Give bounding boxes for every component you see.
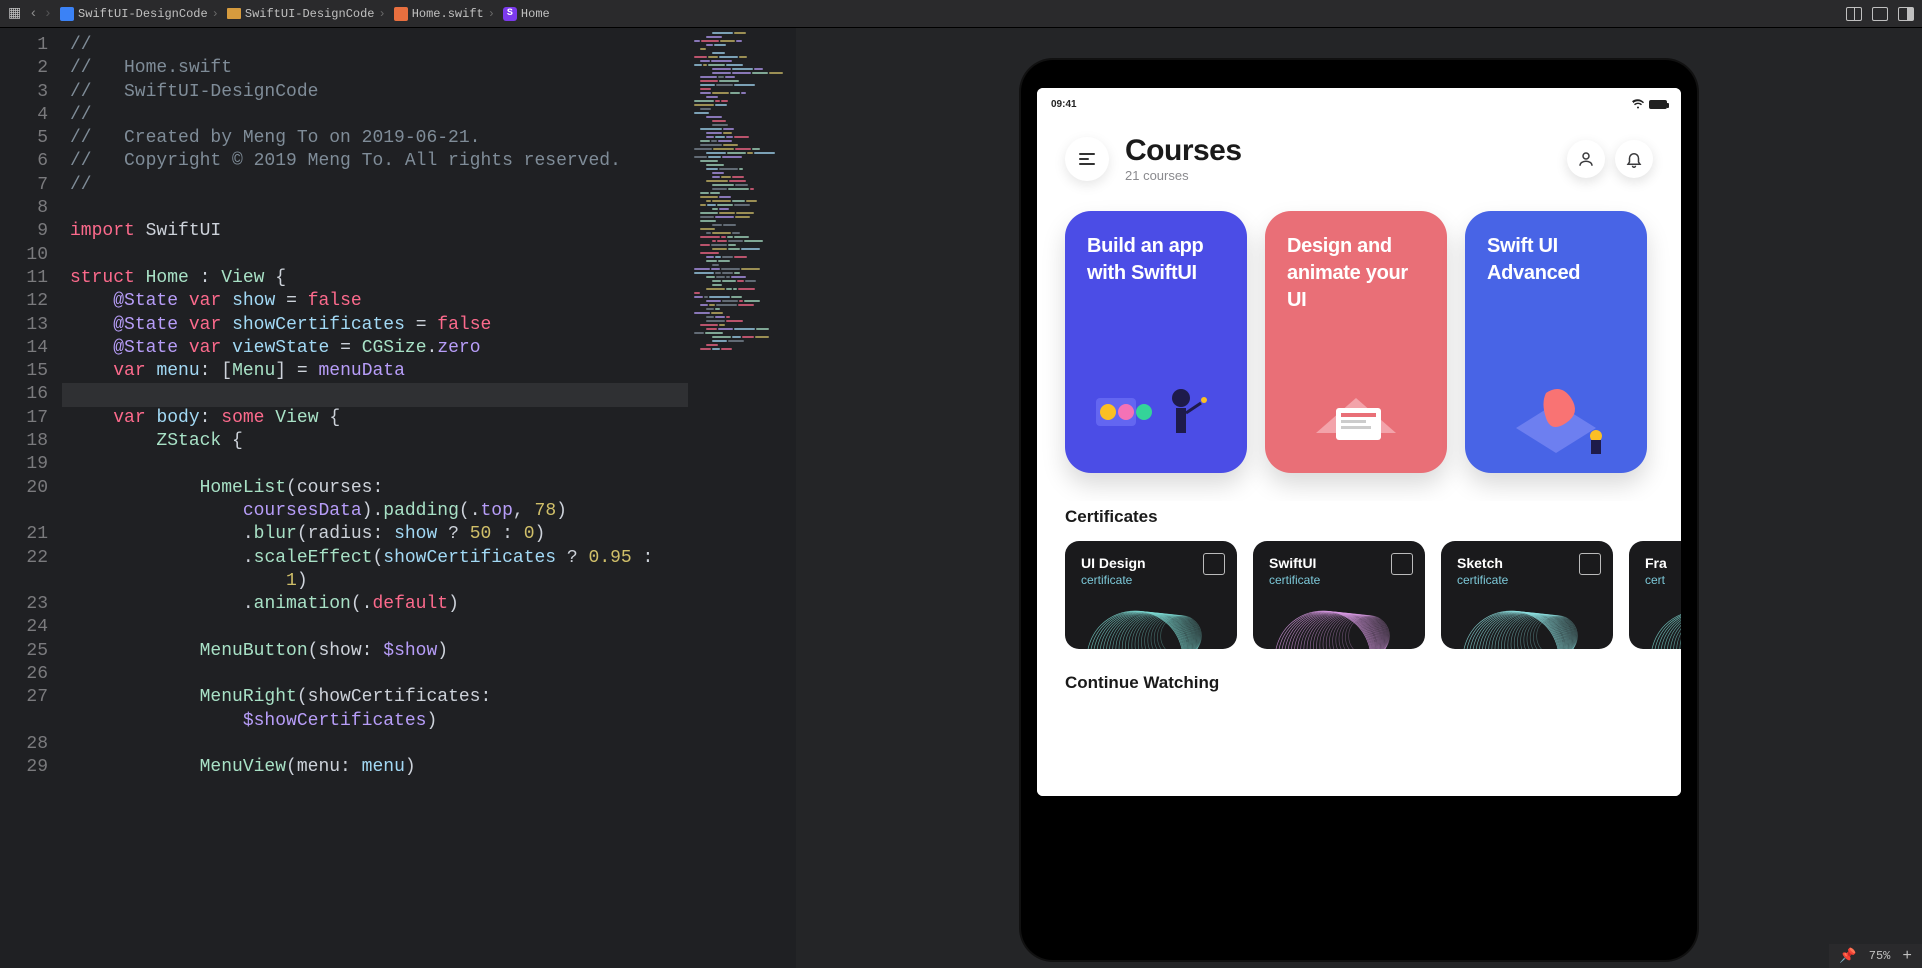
breadcrumb-item[interactable]: S Home	[503, 7, 550, 21]
breadcrumb-label: SwiftUI-DesignCode	[245, 7, 375, 21]
certificate-title: Sketch	[1457, 555, 1597, 571]
profile-button[interactable]	[1567, 140, 1605, 178]
battery-icon	[1649, 100, 1667, 109]
swirl-graphic	[1075, 579, 1237, 649]
code-area[interactable]: //// Home.swift// SwiftUI-DesignCode////…	[62, 28, 688, 968]
related-items-icon[interactable]: ▦	[8, 5, 21, 22]
certificates-heading: Certificates	[1037, 501, 1681, 541]
status-time: 09:41	[1051, 99, 1077, 110]
line-gutter: 1234567891011121314151617181920212223242…	[0, 28, 62, 968]
course-illustration	[1465, 373, 1647, 463]
course-illustration	[1265, 373, 1447, 463]
breadcrumb-label: Home.swift	[412, 7, 484, 21]
canvas-preview[interactable]: 09:41 Courses 21 courses	[796, 28, 1922, 968]
breadcrumb-item[interactable]: Home.swift ›	[394, 7, 495, 21]
bell-icon	[1625, 150, 1643, 168]
hamburger-icon	[1079, 150, 1095, 168]
code-review-icon[interactable]	[1846, 7, 1862, 21]
swirl-graphic	[1263, 579, 1425, 649]
file-icon	[60, 7, 74, 21]
canvas-toolbar: 📌 75% +	[1829, 944, 1922, 968]
menu-button[interactable]	[1065, 137, 1109, 181]
adjust-editor-icon[interactable]	[1872, 7, 1888, 21]
course-title: Build an app with SwiftUI	[1087, 233, 1225, 287]
certificate-card[interactable]: UI Design certificate	[1065, 541, 1237, 649]
add-preview-icon[interactable]: +	[1902, 947, 1912, 965]
wifi-icon	[1631, 99, 1645, 109]
courses-row[interactable]: Build an app with SwiftUI Design and anim…	[1037, 183, 1681, 501]
app-header: Courses 21 courses	[1037, 134, 1681, 183]
swirl-graphic	[1639, 579, 1681, 649]
folder-icon	[227, 8, 241, 19]
chevron-right-icon: ›	[379, 7, 386, 21]
chevron-right-icon: ›	[212, 7, 219, 21]
user-icon	[1577, 150, 1595, 168]
certificate-logo-icon	[1203, 553, 1225, 575]
course-title: Design and animate your UI	[1287, 233, 1425, 314]
nav-forward-icon[interactable]: ›	[44, 6, 52, 22]
breadcrumb-label: Home	[521, 7, 550, 21]
toggle-inspector-icon[interactable]	[1898, 7, 1914, 21]
chevron-right-icon: ›	[488, 7, 495, 21]
course-card[interactable]: Build an app with SwiftUI	[1065, 211, 1247, 473]
certificate-logo-icon	[1391, 553, 1413, 575]
continue-heading: Continue Watching	[1037, 649, 1681, 707]
struct-icon: S	[503, 7, 517, 21]
breadcrumb-item[interactable]: SwiftUI-DesignCode ›	[227, 7, 386, 21]
page-title: Courses	[1125, 134, 1242, 168]
minimap[interactable]	[688, 28, 796, 968]
certificate-card[interactable]: Fra cert	[1629, 541, 1681, 649]
pin-icon[interactable]: 📌	[1839, 948, 1856, 965]
breadcrumb-bar: ▦ ‹ › SwiftUI-DesignCode › SwiftUI-Desig…	[0, 0, 1922, 28]
device-screen: 09:41 Courses 21 courses	[1037, 88, 1681, 796]
swift-file-icon	[394, 7, 408, 21]
breadcrumb-label: SwiftUI-DesignCode	[78, 7, 208, 21]
zoom-level[interactable]: 75%	[1869, 949, 1891, 963]
certificate-title: SwiftUI	[1269, 555, 1409, 571]
notifications-button[interactable]	[1615, 140, 1653, 178]
course-title: Swift UI Advanced	[1487, 233, 1625, 287]
certificate-title: UI Design	[1081, 555, 1221, 571]
nav-back-icon[interactable]: ‹	[29, 6, 37, 22]
device-frame: 09:41 Courses 21 courses	[1021, 60, 1697, 960]
status-bar: 09:41	[1037, 88, 1681, 112]
swirl-graphic	[1451, 579, 1613, 649]
page-subtitle: 21 courses	[1125, 168, 1242, 183]
certificate-card[interactable]: Sketch certificate	[1441, 541, 1613, 649]
code-editor[interactable]: 1234567891011121314151617181920212223242…	[0, 28, 796, 968]
certificate-card[interactable]: SwiftUI certificate	[1253, 541, 1425, 649]
certificates-row[interactable]: UI Design certificate SwiftUI certificat…	[1037, 541, 1681, 649]
certificate-logo-icon	[1579, 553, 1601, 575]
certificate-title: Fra	[1645, 555, 1681, 571]
course-card[interactable]: Design and animate your UI	[1265, 211, 1447, 473]
course-illustration	[1065, 373, 1247, 463]
course-card[interactable]: Swift UI Advanced	[1465, 211, 1647, 473]
breadcrumb-item[interactable]: SwiftUI-DesignCode ›	[60, 7, 219, 21]
